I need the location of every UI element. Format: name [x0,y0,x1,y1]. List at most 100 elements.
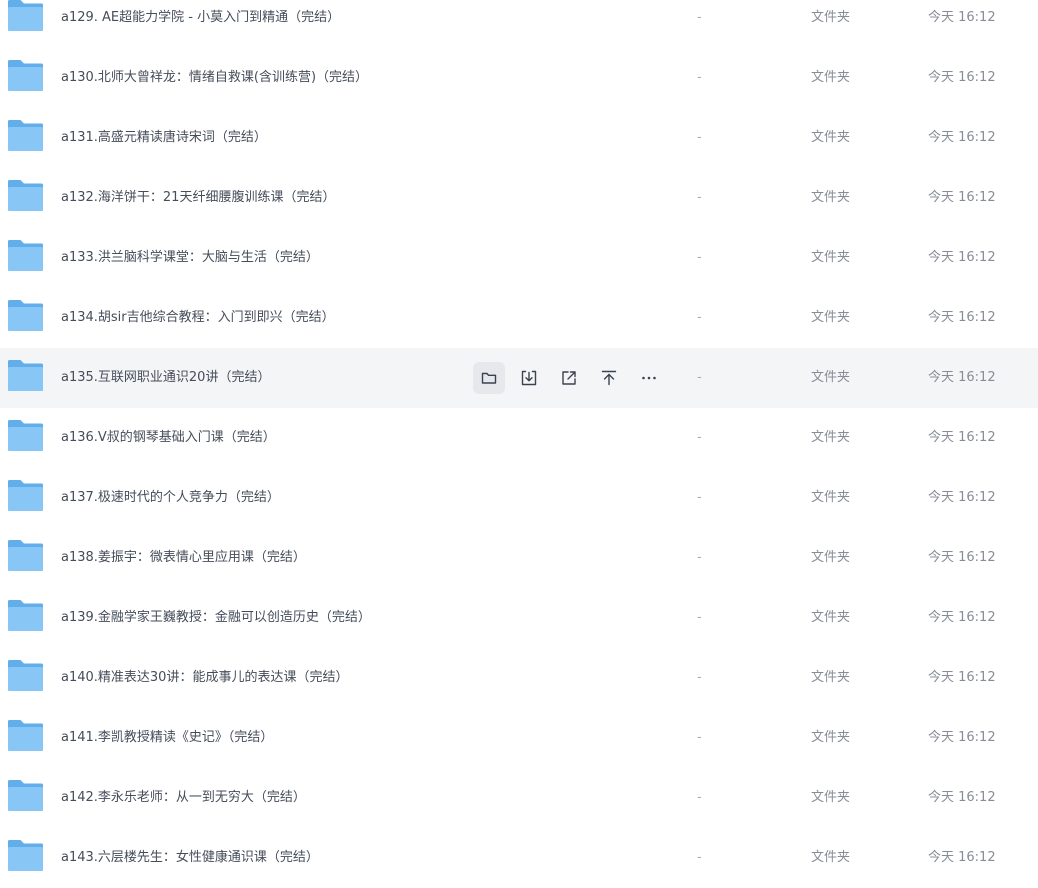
more-icon [640,369,658,387]
folder-icon[interactable] [7,599,44,632]
file-name[interactable]: a129. AE超能力学院 - 小莫入门到精通（完结） [61,0,340,48]
file-name[interactable]: a137.极速时代的个人竞争力（完结） [61,468,280,528]
modified-time: 今天 16:12 [928,490,996,505]
modified-time: 今天 16:12 [928,370,996,385]
file-type: 文件夹 [811,190,851,205]
file-name[interactable]: a133.洪兰脑科学课堂：大脑与生活（完结） [61,228,319,288]
file-row[interactable]: a136.V叔的钢琴基础入门课（完结） - 文件夹 今天 16:12 [0,408,1038,468]
file-row[interactable]: a133.洪兰脑科学课堂：大脑与生活（完结） - 文件夹 今天 16:12 [0,228,1038,288]
file-size: - [697,370,702,385]
file-row[interactable]: a132.海洋饼干：21天纤细腰腹训练课（完结） - 文件夹 今天 16:12 [0,168,1038,228]
pin-top-button[interactable] [593,362,625,394]
file-type: 文件夹 [811,370,851,385]
modified-time: 今天 16:12 [928,790,996,805]
file-type: 文件夹 [811,250,851,265]
folder-icon[interactable] [7,119,44,152]
folder-icon[interactable] [7,0,44,32]
file-size: - [697,250,702,265]
file-name[interactable]: a131.高盛元精读唐诗宋词（完结） [61,108,267,168]
share-button[interactable] [553,362,585,394]
download-icon [520,369,538,387]
share-icon [560,369,578,387]
folder-icon[interactable] [7,299,44,332]
file-size: - [697,670,702,685]
file-size: - [697,790,702,805]
download-button[interactable] [513,362,545,394]
file-size: - [697,70,702,85]
folder-icon[interactable] [7,839,44,872]
file-name[interactable]: a135.互联网职业通识20讲（完结） [61,348,270,408]
file-name[interactable]: a132.海洋饼干：21天纤细腰腹训练课（完结） [61,168,335,228]
file-size: - [697,610,702,625]
file-type: 文件夹 [811,730,851,745]
file-type: 文件夹 [811,310,851,325]
file-type: 文件夹 [811,490,851,505]
file-row[interactable]: a141.李凯教授精读《史记》（完结） - 文件夹 今天 16:12 [0,708,1038,768]
file-type: 文件夹 [811,70,851,85]
file-row[interactable]: a137.极速时代的个人竞争力（完结） - 文件夹 今天 16:12 [0,468,1038,528]
modified-time: 今天 16:12 [928,70,996,85]
file-size: - [697,310,702,325]
file-row[interactable]: a135.互联网职业通识20讲（完结） - 文件夹 今天 16:12 [0,348,1038,408]
file-type: 文件夹 [811,550,851,565]
modified-time: 今天 16:12 [928,730,996,745]
file-type: 文件夹 [811,670,851,685]
file-row[interactable]: a134.胡sir吉他综合教程：入门到即兴（完结） - 文件夹 今天 16:12 [0,288,1038,348]
row-actions [473,362,673,394]
file-name[interactable]: a143.六层楼先生：女性健康通识课（完结） [61,828,319,888]
file-row[interactable]: a143.六层楼先生：女性健康通识课（完结） - 文件夹 今天 16:12 [0,828,1038,888]
file-name[interactable]: a140.精准表达30讲：能成事儿的表达课（完结） [61,648,348,708]
file-row[interactable]: a129. AE超能力学院 - 小莫入门到精通（完结） - 文件夹 今天 16:12 [0,0,1038,48]
folder-icon[interactable] [7,239,44,272]
file-row[interactable]: a142.李永乐老师：从一到无穷大（完结） - 文件夹 今天 16:12 [0,768,1038,828]
file-size: - [697,10,702,25]
open-folder-button[interactable] [473,362,505,394]
file-name[interactable]: a142.李永乐老师：从一到无穷大（完结） [61,768,306,828]
folder-icon[interactable] [7,359,44,392]
folder-icon[interactable] [7,479,44,512]
folder-icon[interactable] [7,539,44,572]
file-name[interactable]: a136.V叔的钢琴基础入门课（完结） [61,408,276,468]
modified-time: 今天 16:12 [928,310,996,325]
file-type: 文件夹 [811,790,851,805]
file-name[interactable]: a130.北师大曾祥龙：情绪自救课(含训练营)（完结） [61,48,368,108]
modified-time: 今天 16:12 [928,250,996,265]
open-folder-icon [480,369,498,387]
file-row[interactable]: a140.精准表达30讲：能成事儿的表达课（完结） - 文件夹 今天 16:12 [0,648,1038,708]
file-size: - [697,850,702,865]
modified-time: 今天 16:12 [928,10,996,25]
file-size: - [697,730,702,745]
file-size: - [697,130,702,145]
more-button[interactable] [633,362,665,394]
modified-time: 今天 16:12 [928,430,996,445]
file-name[interactable]: a134.胡sir吉他综合教程：入门到即兴（完结） [61,288,335,348]
modified-time: 今天 16:12 [928,610,996,625]
pin-top-icon [600,369,618,387]
modified-time: 今天 16:12 [928,850,996,865]
folder-icon[interactable] [7,719,44,752]
file-type: 文件夹 [811,850,851,865]
file-row[interactable]: a130.北师大曾祥龙：情绪自救课(含训练营)（完结） - 文件夹 今天 16:12 [0,48,1038,108]
file-size: - [697,490,702,505]
file-row[interactable]: a139.金融学家王巍教授：金融可以创造历史（完结） - 文件夹 今天 16:12 [0,588,1038,648]
file-row[interactable]: a131.高盛元精读唐诗宋词（完结） - 文件夹 今天 16:12 [0,108,1038,168]
folder-icon[interactable] [7,659,44,692]
modified-time: 今天 16:12 [928,670,996,685]
file-size: - [697,550,702,565]
folder-icon[interactable] [7,779,44,812]
folder-icon[interactable] [7,59,44,92]
folder-icon[interactable] [7,419,44,452]
modified-time: 今天 16:12 [928,190,996,205]
file-name[interactable]: a138.姜振宇：微表情心里应用课（完结） [61,528,306,588]
modified-time: 今天 16:12 [928,550,996,565]
file-name[interactable]: a139.金融学家王巍教授：金融可以创造历史（完结） [61,588,371,648]
file-type: 文件夹 [811,10,851,25]
file-size: - [697,430,702,445]
file-name[interactable]: a141.李凯教授精读《史记》（完结） [61,708,273,768]
file-type: 文件夹 [811,430,851,445]
modified-time: 今天 16:12 [928,130,996,145]
file-row[interactable]: a138.姜振宇：微表情心里应用课（完结） - 文件夹 今天 16:12 [0,528,1038,588]
folder-icon[interactable] [7,179,44,212]
file-type: 文件夹 [811,610,851,625]
file-size: - [697,190,702,205]
